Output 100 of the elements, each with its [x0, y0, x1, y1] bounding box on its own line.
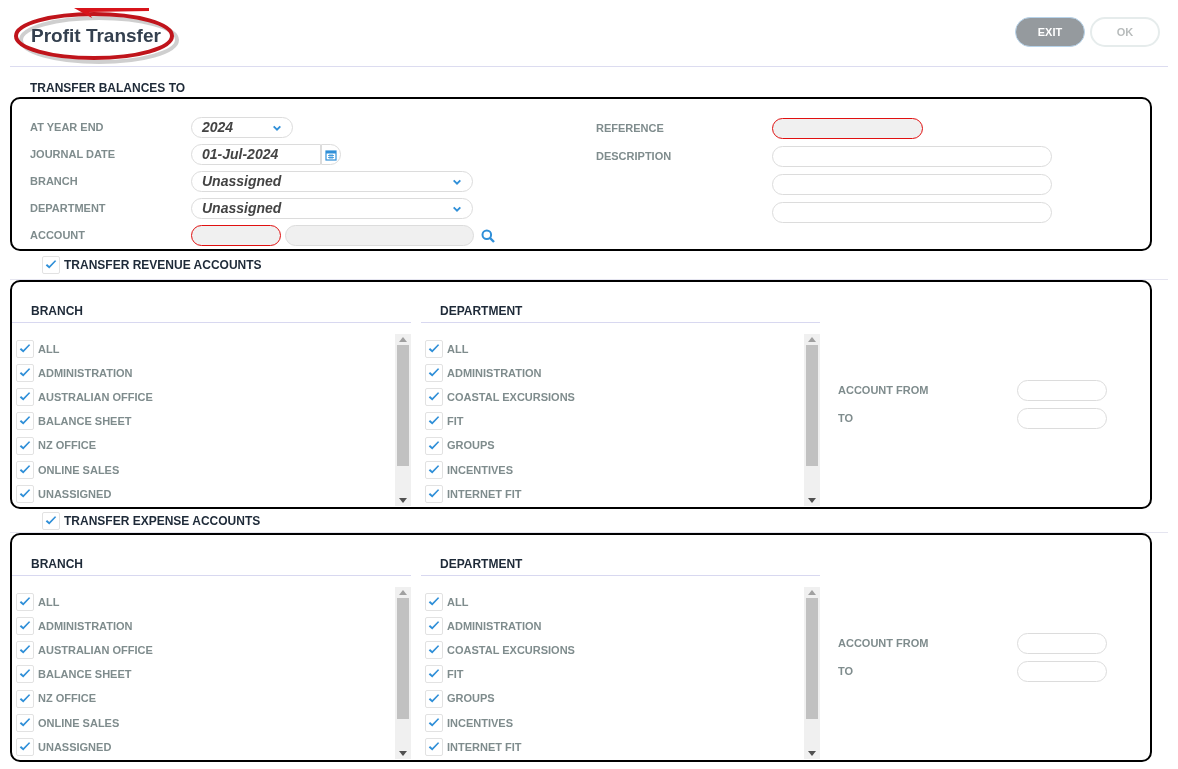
checkbox[interactable]: [425, 412, 443, 431]
checkbox[interactable]: [425, 340, 443, 359]
scrollbar-thumb[interactable]: [806, 344, 818, 466]
checkbox[interactable]: [16, 340, 34, 359]
list-item-label[interactable]: COASTAL EXCURSIONS: [447, 389, 575, 406]
section-heading: TRANSFER BALANCES TO: [30, 80, 187, 96]
checkbox[interactable]: [16, 641, 34, 660]
scroll-down-icon[interactable]: [399, 498, 407, 503]
checkbox[interactable]: [16, 412, 34, 431]
description-field[interactable]: [772, 173, 1052, 195]
list-item-label[interactable]: UNASSIGNED: [38, 738, 112, 756]
checkbox[interactable]: [425, 388, 443, 407]
checkbox[interactable]: [425, 641, 443, 660]
list-item-label[interactable]: ONLINE SALES: [38, 714, 120, 731]
scroll-down-icon[interactable]: [808, 751, 816, 756]
field-label: ACCOUNT: [29, 228, 86, 244]
checkbox[interactable]: [425, 689, 443, 708]
list-item-label[interactable]: ADMINISTRATION: [447, 364, 542, 382]
account-to-field[interactable]: [1017, 660, 1107, 682]
list-item-label[interactable]: ADMINISTRATION: [38, 617, 133, 635]
field-label: ACCOUNT FROM: [838, 635, 930, 651]
list-item-label[interactable]: BALANCE SHEET: [38, 413, 132, 430]
section-checkbox-label[interactable]: TRANSFER EXPENSE ACCOUNTS: [64, 511, 261, 530]
checkbox[interactable]: [16, 436, 34, 455]
scrollbar-thumb[interactable]: [397, 344, 409, 466]
account-name-field[interactable]: [285, 225, 474, 246]
scroll-up-icon[interactable]: [808, 590, 816, 595]
list-heading: DEPARTMENT: [439, 556, 523, 573]
list-item-label[interactable]: ADMINISTRATION: [447, 617, 542, 635]
field-label: REFERENCE: [595, 120, 665, 136]
account-from-field[interactable]: [1017, 379, 1107, 401]
list-item-label[interactable]: FIT: [447, 666, 464, 683]
account-to-field[interactable]: [1017, 407, 1107, 429]
description-field[interactable]: [772, 201, 1052, 223]
list-item-label[interactable]: AUSTRALIAN OFFICE: [38, 389, 153, 406]
checkbox[interactable]: [16, 484, 34, 503]
list-item-label[interactable]: INCENTIVES: [447, 461, 513, 478]
dropdown[interactable]: Unassigned: [191, 198, 473, 219]
list-item-label[interactable]: AUSTRALIAN OFFICE: [38, 642, 153, 659]
scroll-down-icon[interactable]: [808, 498, 816, 503]
checkbox[interactable]: [425, 593, 443, 612]
checkbox[interactable]: [425, 484, 443, 503]
scrollbar[interactable]: [395, 587, 411, 759]
list-item-label[interactable]: ALL: [447, 340, 469, 358]
list-item-label[interactable]: INTERNET FIT: [447, 485, 522, 503]
checkbox[interactable]: [16, 388, 34, 407]
checkbox[interactable]: [425, 665, 443, 684]
list-item-label[interactable]: GROUPS: [447, 437, 495, 454]
list-item-label[interactable]: INTERNET FIT: [447, 738, 522, 756]
checkbox[interactable]: [16, 689, 34, 708]
scroll-up-icon[interactable]: [399, 337, 407, 342]
scroll-down-icon[interactable]: [399, 751, 407, 756]
checkbox[interactable]: [16, 593, 34, 612]
list-item-label[interactable]: UNASSIGNED: [38, 485, 112, 503]
checkbox[interactable]: [425, 460, 443, 479]
list-item-label[interactable]: FIT: [447, 413, 464, 430]
account-from-field[interactable]: [1017, 632, 1107, 654]
list-item-label[interactable]: ADMINISTRATION: [38, 364, 133, 382]
dropdown[interactable]: 2024: [191, 117, 293, 138]
scrollbar[interactable]: [395, 334, 411, 506]
checkbox[interactable]: [42, 256, 60, 274]
checkbox[interactable]: [425, 364, 443, 383]
list-item-label[interactable]: COASTAL EXCURSIONS: [447, 642, 575, 659]
scrollbar[interactable]: [804, 334, 820, 506]
list-item-label[interactable]: ALL: [38, 593, 60, 611]
scroll-up-icon[interactable]: [808, 337, 816, 342]
search-icon[interactable]: [481, 228, 495, 243]
list-item-label[interactable]: INCENTIVES: [447, 714, 513, 731]
list-item-label[interactable]: ALL: [447, 593, 469, 611]
list-heading: DEPARTMENT: [439, 303, 523, 320]
dropdown[interactable]: Unassigned: [191, 171, 473, 192]
scrollbar-thumb[interactable]: [397, 597, 409, 719]
reference-field[interactable]: [772, 117, 923, 139]
checkbox[interactable]: [425, 617, 443, 636]
field-label: ACCOUNT FROM: [838, 382, 930, 398]
list-item-label[interactable]: ALL: [38, 340, 60, 358]
checkbox[interactable]: [42, 511, 60, 530]
scrollbar-thumb[interactable]: [806, 597, 818, 719]
list-item-label[interactable]: NZ OFFICE: [38, 437, 97, 454]
field-label: DEPARTMENT: [29, 201, 107, 217]
list-item-label[interactable]: ONLINE SALES: [38, 461, 120, 478]
list-item-label[interactable]: NZ OFFICE: [38, 690, 97, 707]
description-field[interactable]: [772, 145, 1052, 167]
checkbox[interactable]: [425, 737, 443, 756]
checkbox[interactable]: [16, 460, 34, 479]
checkbox[interactable]: [16, 617, 34, 636]
checkbox[interactable]: [16, 737, 34, 756]
checkbox[interactable]: [16, 713, 34, 732]
list-item-label[interactable]: GROUPS: [447, 690, 495, 707]
account-code-field[interactable]: [191, 225, 281, 246]
checkbox[interactable]: [16, 364, 34, 383]
list-item-label[interactable]: BALANCE SHEET: [38, 666, 132, 683]
checkbox[interactable]: [16, 665, 34, 684]
section-checkbox-label[interactable]: TRANSFER REVENUE ACCOUNTS: [64, 256, 262, 274]
scrollbar[interactable]: [804, 587, 820, 759]
scroll-up-icon[interactable]: [399, 590, 407, 595]
field-label: TO: [838, 663, 855, 679]
exit-button[interactable]: EXIT: [1015, 17, 1085, 47]
checkbox[interactable]: [425, 713, 443, 732]
checkbox[interactable]: [425, 436, 443, 455]
